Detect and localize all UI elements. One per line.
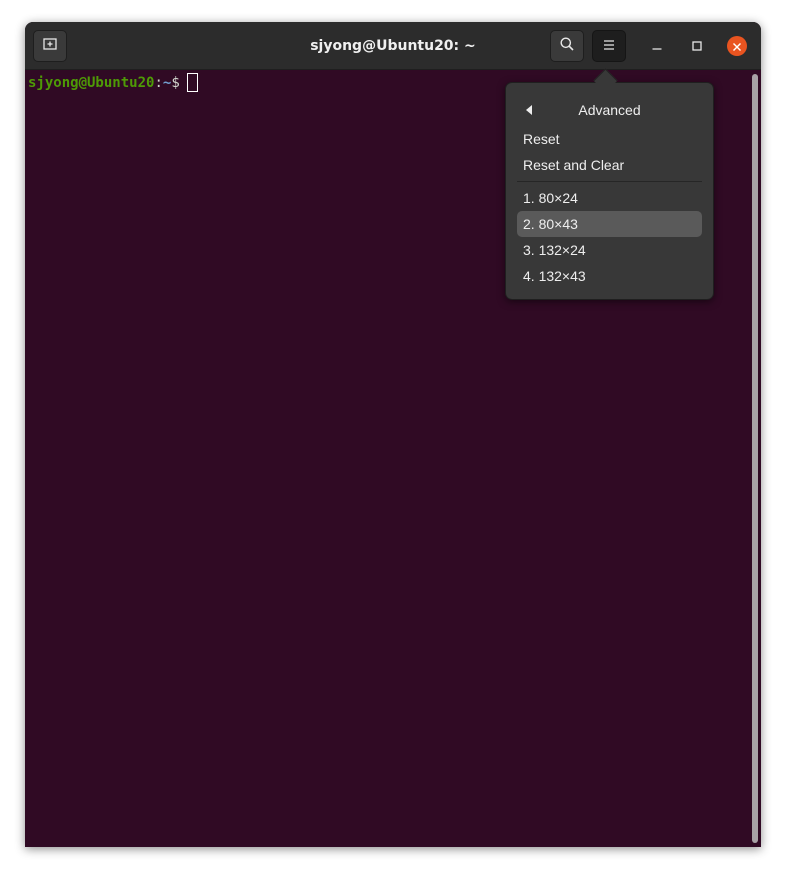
menu-separator	[517, 181, 702, 182]
close-button[interactable]	[727, 36, 747, 56]
search-button[interactable]	[550, 30, 584, 62]
titlebar: sjyong@Ubuntu20: ~	[25, 22, 761, 70]
prompt-separator: :	[154, 75, 163, 91]
prompt-user-host: sjyong@Ubuntu20	[28, 75, 155, 91]
minimize-icon	[651, 37, 663, 56]
close-icon	[732, 37, 742, 56]
submenu-header[interactable]: Advanced	[506, 98, 713, 122]
shell-prompt: sjyong@Ubuntu20:~$	[28, 72, 198, 93]
menu-item-size-80x24[interactable]: 1. 80×24	[517, 185, 702, 211]
minimize-button[interactable]	[647, 36, 667, 56]
prompt-dollar: $	[171, 75, 180, 91]
new-tab-icon	[42, 36, 58, 56]
text-cursor	[186, 72, 198, 92]
menu-item-reset-and-clear[interactable]: Reset and Clear	[517, 152, 702, 178]
menu-item-size-132x43[interactable]: 4. 132×43	[517, 263, 702, 289]
submenu-title: Advanced	[578, 102, 641, 118]
menu-item-size-132x24[interactable]: 3. 132×24	[517, 237, 702, 263]
menu-item-size-80x43[interactable]: 2. 80×43	[517, 211, 702, 237]
menu-button[interactable]	[592, 30, 626, 62]
search-icon	[559, 36, 575, 56]
hamburger-menu-icon	[602, 37, 616, 56]
scrollbar[interactable]	[752, 74, 758, 843]
new-tab-button[interactable]	[33, 30, 67, 62]
advanced-menu-popover: Advanced Reset Reset and Clear 1. 80×24 …	[505, 82, 714, 300]
maximize-button[interactable]	[687, 36, 707, 56]
maximize-icon	[691, 37, 703, 56]
menu-item-reset[interactable]: Reset	[517, 126, 702, 152]
